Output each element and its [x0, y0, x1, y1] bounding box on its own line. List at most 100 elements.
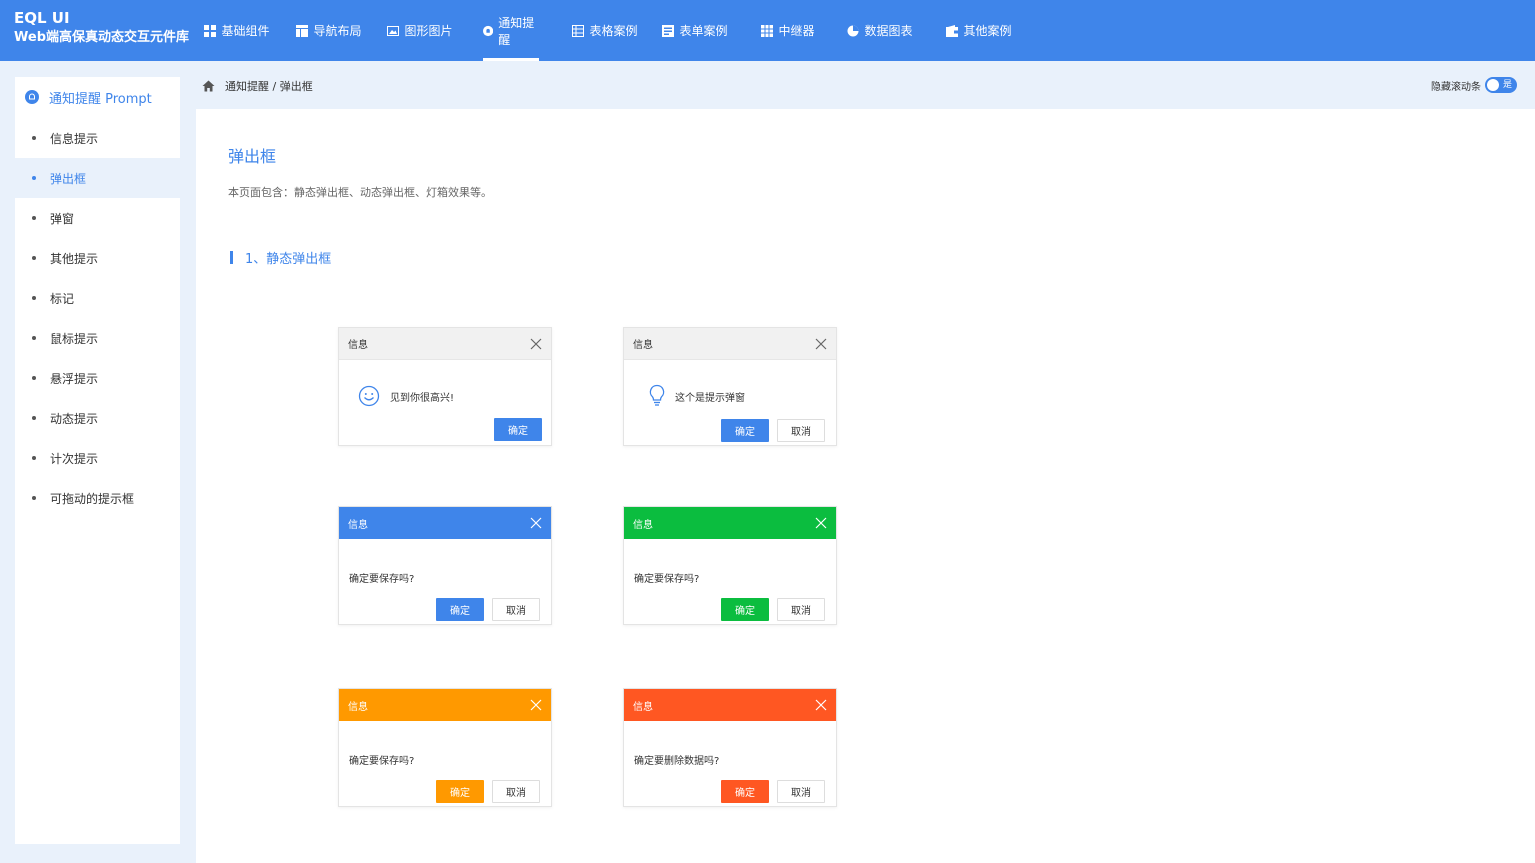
sidebar-item-hover-tip[interactable]: 悬浮提示 [15, 358, 180, 398]
sidebar-item-draggable-tip[interactable]: 可拖动的提示框 [15, 478, 180, 518]
dialog-header: 信息 [339, 689, 551, 721]
scrollbar-toggle-label: 隐藏滚动条 [1431, 81, 1481, 93]
dialog-message-text: 确定要删除数据吗? [634, 756, 720, 767]
cancel-button[interactable]: 取消 [492, 598, 540, 621]
bullet-icon [32, 176, 36, 180]
bullet-icon [32, 216, 36, 220]
nav-label: 表单案例 [679, 24, 728, 38]
dialog-header: 信息 [624, 328, 836, 360]
nav-label: 表格案例 [589, 24, 638, 38]
dialog-title: 信息 [348, 340, 368, 351]
nav-item-basic[interactable]: 基础组件 [202, 0, 272, 61]
sidebar-item-dynamic-tip[interactable]: 动态提示 [15, 398, 180, 438]
close-icon[interactable] [530, 338, 542, 350]
dialog-title: 信息 [633, 519, 653, 531]
scrollbar-toggle[interactable]: 是 [1485, 77, 1517, 93]
sidebar-item-label: 动态提示 [50, 411, 99, 426]
dialog-header: 信息 [339, 328, 551, 360]
toggle-state: 是 [1502, 80, 1512, 90]
sidebar-title: 通知提醒 Prompt [49, 91, 152, 107]
main-content: 弹出框 本页面包含：静态弹出框、动态弹出框、灯箱效果等。 1、静态弹出框 信息 … [196, 109, 1535, 863]
nav-item-image[interactable]: 图形图片 [387, 0, 453, 61]
nav-item-charts[interactable]: 数据图表 [845, 0, 915, 61]
cancel-button[interactable]: 取消 [777, 598, 825, 621]
smile-icon [358, 385, 380, 407]
app-logo[interactable]: EQL UI Web端高保真动态交互元件库 [14, 9, 189, 49]
dialog-header: 信息 [624, 507, 836, 539]
logo-subtitle: Web端高保真动态交互元件库 [14, 30, 189, 45]
dialog-message: 这个是提示弹窗 [648, 384, 745, 408]
lightbulb-icon [649, 384, 665, 406]
sidebar-item-count-tip[interactable]: 计次提示 [15, 438, 180, 478]
ok-button[interactable]: 确定 [721, 419, 769, 442]
close-icon[interactable] [815, 338, 827, 350]
cancel-button[interactable]: 取消 [777, 780, 825, 803]
ok-button[interactable]: 确定 [436, 598, 484, 621]
sidebar-item-modal[interactable]: 弹窗 [15, 198, 180, 238]
nav-item-table[interactable]: 表格案例 [572, 0, 638, 61]
section-title: 1、静态弹出框 [230, 248, 331, 267]
grid-icon [204, 24, 217, 37]
bullet-icon [32, 336, 36, 340]
bullet-icon [32, 496, 36, 500]
dialog-message-text: 确定要保存吗? [349, 756, 415, 767]
breadcrumb-text: 通知提醒 / 弹出框 [225, 80, 313, 93]
dialog-message-text: 这个是提示弹窗 [675, 392, 745, 404]
ok-button[interactable]: 确定 [436, 780, 484, 803]
nav-label: 基础组件 [221, 24, 270, 38]
nav-label: 数据图表 [864, 24, 913, 38]
sidebar-item-popup[interactable]: 弹出框 [0, 158, 196, 198]
sidebar-item-other-tips[interactable]: 其他提示 [15, 238, 180, 278]
close-icon[interactable] [815, 517, 827, 529]
dialog-message-text: 确定要保存吗? [634, 574, 700, 585]
nav-label: 图形图片 [404, 24, 453, 38]
bullet-icon [32, 456, 36, 460]
cancel-button[interactable]: 取消 [492, 780, 540, 803]
nav-label: 导航布局 [313, 24, 362, 38]
wallet-icon [946, 24, 959, 37]
sidebar-item-label: 可拖动的提示框 [50, 491, 135, 506]
sidebar-item-label: 计次提示 [50, 451, 99, 466]
close-icon[interactable] [815, 699, 827, 711]
sidebar-item-mouse-tip[interactable]: 鼠标提示 [15, 318, 180, 358]
breadcrumb: 通知提醒 / 弹出框 [202, 78, 313, 94]
dialog-header: 信息 [624, 689, 836, 721]
nav-label: 中继器 [778, 24, 815, 38]
bullet-icon [32, 136, 36, 140]
dialog-tip: 信息 这个是提示弹窗 确定 取消 [623, 327, 837, 446]
nav-item-repeater[interactable]: 中继器 [760, 0, 816, 61]
nav-item-form[interactable]: 表单案例 [662, 0, 728, 61]
nav-item-other[interactable]: 其他案例 [946, 0, 1012, 61]
top-navbar: EQL UI Web端高保真动态交互元件库 基础组件 导航布局 图形图片 通知提… [0, 0, 1535, 61]
breadcrumb-bar: 通知提醒 / 弹出框 隐藏滚动条 是 [196, 61, 1535, 109]
dialog-save-green: 信息 确定要保存吗? 确定 取消 [623, 506, 837, 625]
toggle-knob [1487, 79, 1499, 91]
sidebar-item-info[interactable]: 信息提示 [15, 118, 180, 158]
chart-icon [847, 25, 859, 36]
dialog-title: 信息 [633, 701, 653, 713]
bell-icon [483, 25, 494, 36]
dialog-message: 见到你很高兴! [358, 385, 454, 407]
ok-button[interactable]: 确定 [721, 598, 769, 621]
form-icon [662, 24, 675, 37]
home-icon[interactable] [202, 80, 215, 92]
ok-button[interactable]: 确定 [721, 780, 769, 803]
bullet-icon [32, 416, 36, 420]
sidebar-item-label: 标记 [50, 291, 75, 306]
sidebar-item-label: 弹窗 [50, 211, 75, 226]
nav-item-notify[interactable]: 通知提醒 [483, 0, 539, 61]
dialog-title: 信息 [348, 701, 368, 713]
dialog-delete-red: 信息 确定要删除数据吗? 确定 取消 [623, 688, 837, 807]
image-icon [387, 25, 400, 36]
ok-button[interactable]: 确定 [494, 418, 542, 441]
close-icon[interactable] [530, 699, 542, 711]
sidebar-item-badge[interactable]: 标记 [15, 278, 180, 318]
cancel-button[interactable]: 取消 [777, 419, 825, 442]
nav-label: 其他案例 [963, 24, 1012, 38]
dialog-save-orange: 信息 确定要保存吗? 确定 取消 [338, 688, 552, 807]
dialog-title: 信息 [633, 340, 653, 351]
close-icon[interactable] [530, 517, 542, 529]
nav-item-layout[interactable]: 导航布局 [296, 0, 362, 61]
sidebar-item-label: 信息提示 [50, 131, 99, 146]
dialog-greeting: 信息 见到你很高兴! 确定 [338, 327, 552, 446]
